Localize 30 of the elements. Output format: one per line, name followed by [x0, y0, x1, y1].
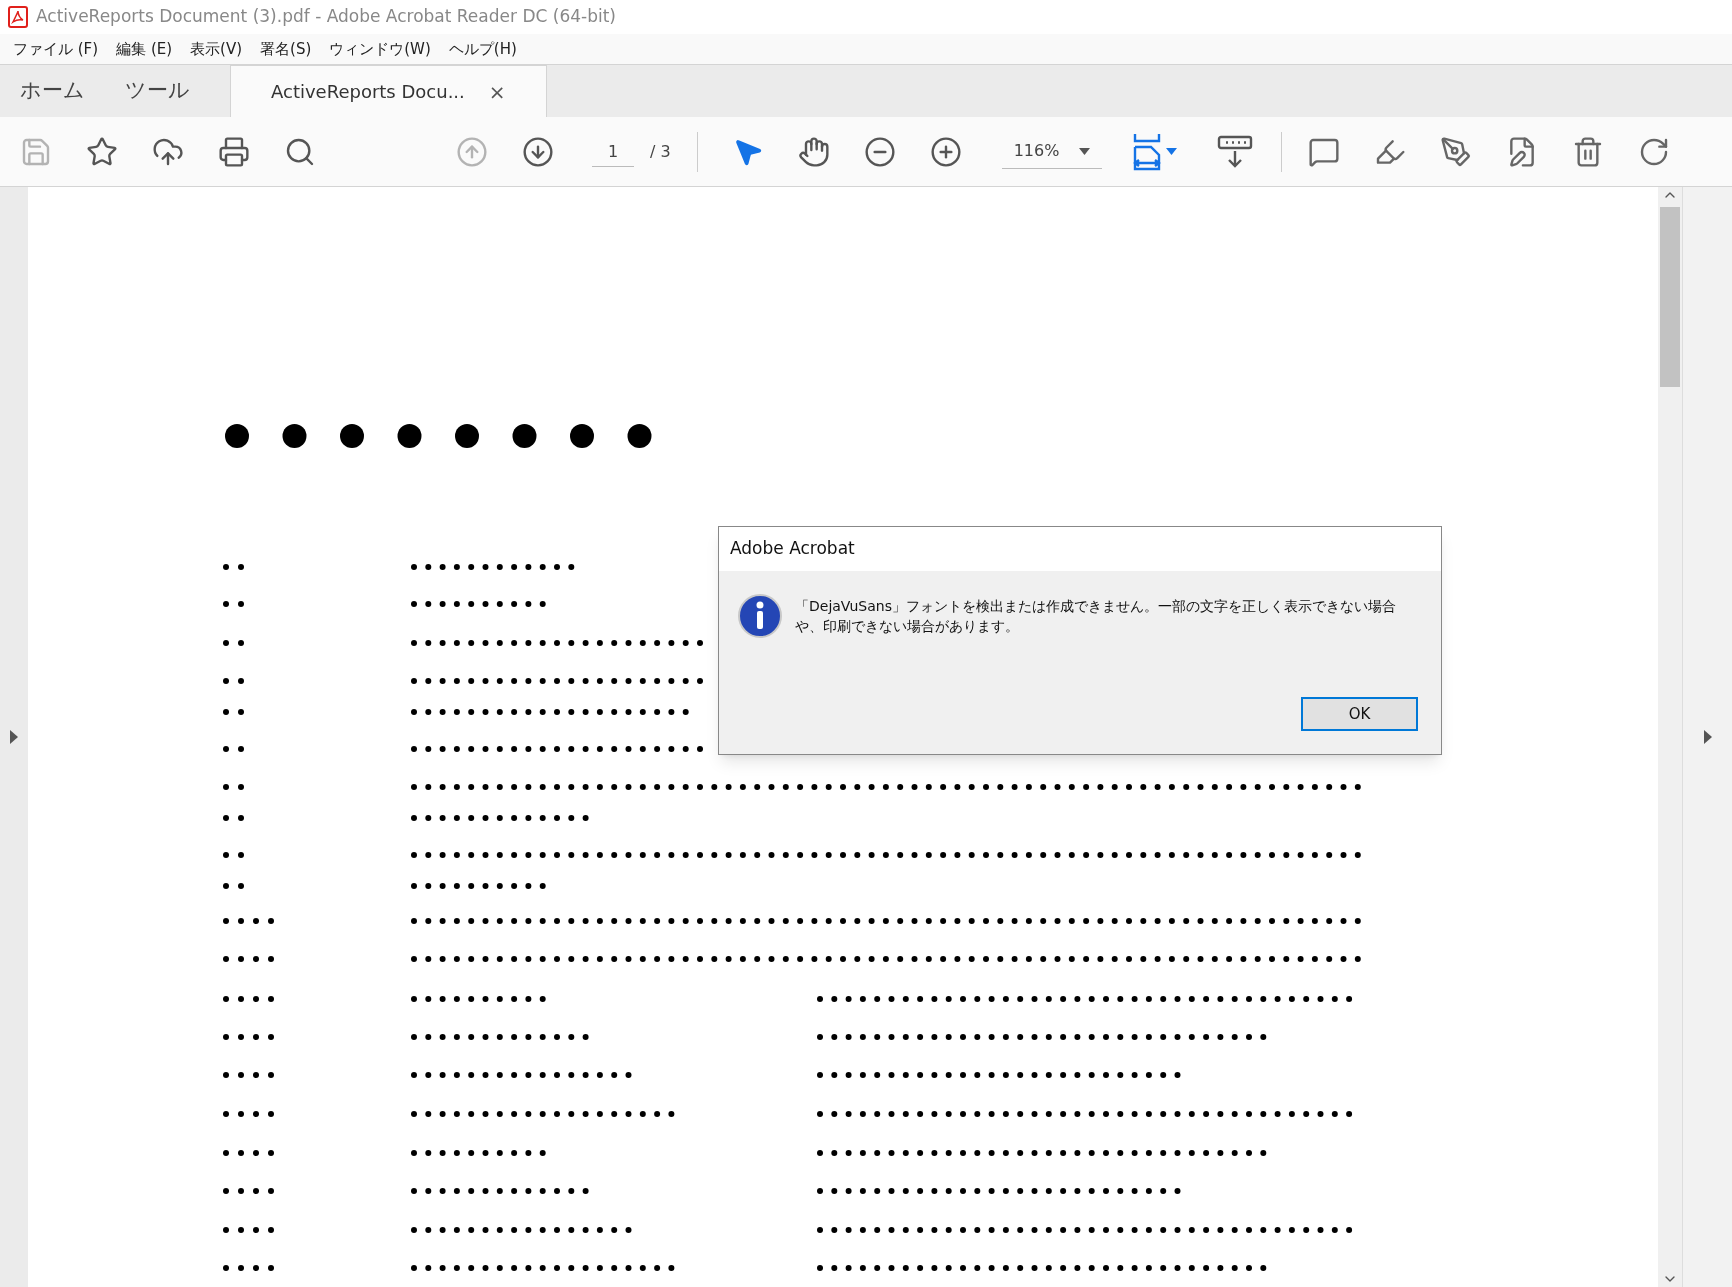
page-total: / 3	[650, 140, 671, 163]
dropdown-caret-icon	[1165, 148, 1177, 155]
page-number-field[interactable]: 1	[592, 136, 634, 167]
expand-arrow-icon	[10, 730, 18, 744]
menu-item[interactable]: ヘルプ(H)	[439, 37, 526, 61]
window-title: ActiveReports Document (3).pdf - Adobe Acrobat Reader DC (64-bit)	[36, 5, 616, 29]
dialog-message: 「DejaVuSans」フォントを検出または作成できません。一部の文字を正しく表示できない場合や、印刷できない場合があります。	[795, 597, 1397, 636]
ok-button[interactable]: OK	[1301, 697, 1418, 731]
dialog-title: Adobe Acrobat	[730, 537, 855, 561]
nav-tab[interactable]: ホーム	[0, 65, 105, 117]
tab-label: ActiveReports Docu...	[271, 80, 465, 104]
nav-tab[interactable]: ツール	[105, 65, 210, 117]
info-icon	[737, 593, 783, 639]
scrollbar[interactable]	[1658, 187, 1682, 1287]
dropdown-caret-icon	[1078, 147, 1090, 155]
menu-item[interactable]: ファイル (F)	[4, 37, 108, 61]
tab-label: ツール	[125, 77, 190, 105]
pdf-app-icon	[8, 6, 28, 28]
scrollbar-thumb[interactable]	[1660, 207, 1680, 387]
document-tab[interactable]: ActiveReports Docu... ×	[230, 65, 547, 117]
tab-label: ホーム	[20, 77, 85, 105]
close-tab-button[interactable]: ×	[488, 76, 506, 107]
fit-width-icon	[1131, 132, 1162, 171]
menu-item[interactable]: 表示(V)	[181, 37, 252, 61]
expand-arrow-icon	[1703, 730, 1712, 744]
menu-item[interactable]: 編集 (E)	[107, 37, 182, 61]
zoom-dropdown[interactable]: 116%	[1001, 134, 1102, 169]
menu-item[interactable]: 署名(S)	[251, 37, 321, 61]
menu-item[interactable]: ウィンドウ(W)	[320, 37, 440, 61]
keyboard-arrow-down-icon	[1216, 134, 1253, 169]
